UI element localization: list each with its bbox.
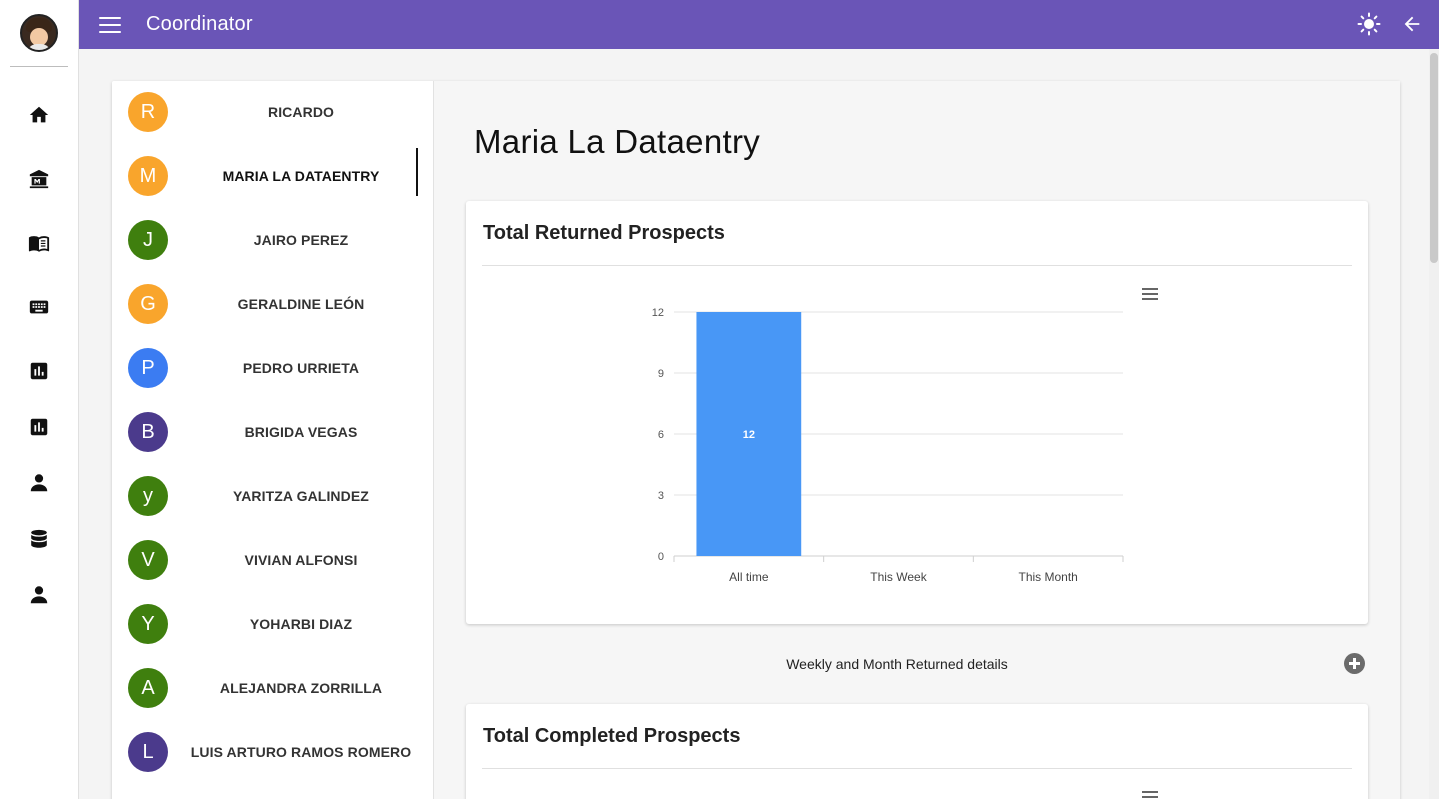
avatar-initial: R	[128, 92, 168, 132]
avatar-initial: G	[128, 284, 168, 324]
y-tick-label: 3	[658, 490, 664, 502]
panel-title: Total Completed Prospects	[483, 725, 741, 747]
keyboard-icon[interactable]	[26, 295, 52, 319]
panel-divider	[482, 768, 1352, 769]
add-circle-icon[interactable]	[1344, 653, 1365, 674]
x-tick-label: All time	[729, 570, 769, 584]
y-tick-label: 12	[652, 307, 664, 319]
person-name: GERALDINE LEÓN	[237, 296, 365, 312]
person-name: PEDRO URRIETA	[242, 360, 360, 376]
scrollbar-thumb[interactable]	[1430, 53, 1438, 263]
home-icon[interactable]	[26, 103, 52, 127]
avatar-initial: L	[128, 732, 168, 772]
avatar-container	[10, 0, 68, 67]
bar-chart-icon[interactable]	[26, 415, 52, 439]
institution-icon[interactable]	[26, 167, 52, 191]
list-item[interactable]: P PEDRO URRIETA	[112, 340, 432, 396]
person-name: RICARDO	[267, 104, 335, 120]
menu-icon[interactable]	[99, 16, 121, 34]
avatar-initial: M	[128, 156, 168, 196]
y-tick-label: 6	[658, 429, 664, 441]
bar-chart-icon[interactable]	[26, 359, 52, 383]
user-avatar[interactable]	[20, 14, 58, 52]
detail-panel: Maria La Dataentry Total Returned Prospe…	[434, 81, 1400, 799]
active-indicator	[416, 148, 418, 196]
details-expander[interactable]: Weekly and Month Returned details	[466, 648, 1368, 680]
brightness-icon[interactable]	[1357, 12, 1381, 36]
list-item[interactable]: A ALEJANDRA ZORRILLA	[112, 660, 432, 716]
x-tick-label: This Week	[870, 570, 927, 584]
person-name: VIVIAN ALFONSI	[244, 552, 358, 568]
avatar-initial: B	[128, 412, 168, 452]
avatar-initial: P	[128, 348, 168, 388]
page-title: Maria La Dataentry	[474, 123, 761, 160]
person-name: ALEJANDRA ZORRILLA	[219, 680, 383, 696]
list-item[interactable]: R RICARDO	[112, 84, 432, 140]
list-item[interactable]: V VIVIAN ALFONSI	[112, 532, 432, 588]
book-icon[interactable]	[26, 231, 52, 255]
person-name: BRIGIDA VEGAS	[244, 424, 358, 440]
list-item[interactable]: J JAIRO PEREZ	[112, 212, 432, 268]
y-tick-label: 0	[658, 551, 664, 563]
person-name: YARITZA GALINDEZ	[233, 488, 369, 504]
avatar-shirt	[27, 44, 51, 50]
list-item[interactable]: B BRIGIDA VEGAS	[112, 404, 432, 460]
list-item[interactable]: y YARITZA GALINDEZ	[112, 468, 432, 524]
returned-prospects-panel: Total Returned Prospects 0 3 6 9 12 12 All tim…	[466, 201, 1368, 624]
person-name: LUIS ARTURO RAMOS ROMERO	[190, 744, 412, 760]
avatar-initial: y	[128, 476, 168, 516]
person-name: JAIRO PEREZ	[253, 232, 349, 248]
avatar-initial: J	[128, 220, 168, 260]
list-item[interactable]: G GERALDINE LEÓN	[112, 276, 432, 332]
list-item[interactable]: Y YOHARBI DIAZ	[112, 596, 432, 652]
chart-menu-icon[interactable]	[1142, 791, 1158, 799]
avatar-initial: A	[128, 668, 168, 708]
completed-prospects-panel: Total Completed Prospects	[466, 704, 1368, 799]
person-name: YOHARBI DIAZ	[249, 616, 353, 632]
avatar-initial: V	[128, 540, 168, 580]
details-label: Weekly and Month Returned details	[786, 656, 1008, 672]
data-label: 12	[743, 429, 755, 441]
panel-title: Total Returned Prospects	[483, 222, 725, 244]
database-icon[interactable]	[26, 527, 52, 551]
x-tick-label: This Month	[1018, 570, 1077, 584]
panel-divider	[482, 265, 1352, 266]
list-item[interactable]: M MARIA LA DATAENTRY	[112, 148, 432, 204]
page-scrollbar[interactable]	[1429, 49, 1439, 799]
navigation-rail	[0, 0, 79, 799]
person-icon[interactable]	[26, 471, 52, 495]
top-app-bar: Coordinator	[79, 0, 1439, 49]
coordinator-card: R RICARDO M MARIA LA DATAENTRY J JAIRO PEREZ G…	[112, 81, 1400, 799]
people-list: R RICARDO M MARIA LA DATAENTRY J JAIRO PEREZ G…	[112, 81, 434, 799]
returned-prospects-chart: 0 3 6 9 12 12 All time This Week This Month	[652, 307, 1124, 584]
person-icon[interactable]	[26, 583, 52, 607]
app-title: Coordinator	[146, 13, 253, 35]
avatar-initial: Y	[128, 604, 168, 644]
person-name: MARIA LA DATAENTRY	[222, 168, 380, 184]
arrow-back-icon[interactable]	[1401, 13, 1423, 35]
y-tick-label: 9	[658, 368, 664, 380]
list-item[interactable]: L LUIS ARTURO RAMOS ROMERO	[112, 724, 432, 780]
